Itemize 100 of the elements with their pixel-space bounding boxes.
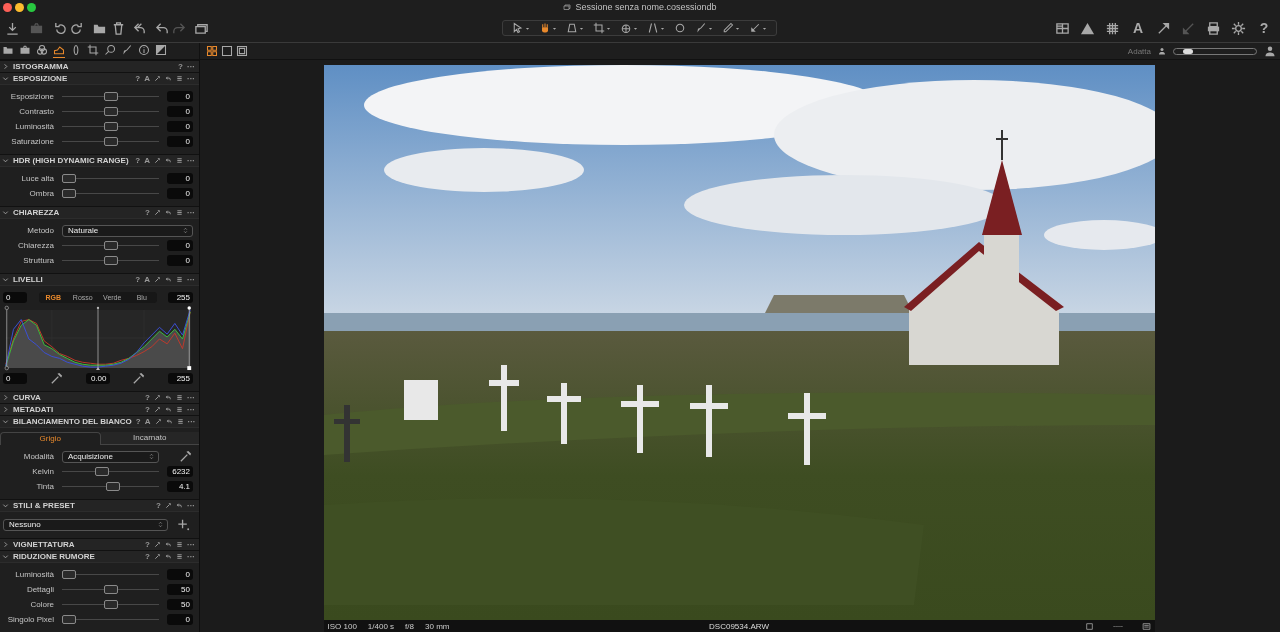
crop-icon[interactable] [87, 44, 99, 58]
menu-icon[interactable] [176, 406, 183, 413]
section-tool[interactable]: ? [145, 393, 150, 402]
menu-icon[interactable] [176, 157, 183, 164]
value-field[interactable]: 0 [167, 255, 193, 266]
framed-view-icon[interactable] [236, 45, 248, 57]
section-tool[interactable]: ? [135, 74, 141, 83]
section-header[interactable]: HDR (HIGH DYNAMIC RANGE) ? A ··· [0, 154, 199, 166]
menu-icon[interactable] [176, 541, 183, 548]
value-field[interactable]: 0 [167, 173, 193, 184]
rotate-left-icon[interactable] [53, 20, 68, 36]
section-header[interactable]: CHIAREZZA ? ··· [0, 206, 199, 218]
reset-icon[interactable] [165, 541, 172, 548]
grid-view-icon[interactable] [206, 45, 218, 57]
preset-dropdown[interactable]: Nessuno [3, 518, 168, 531]
section-tool[interactable]: ··· [187, 540, 195, 549]
single-view-icon[interactable] [221, 45, 233, 57]
caret-icon[interactable] [579, 25, 584, 31]
section-tool[interactable]: ··· [187, 501, 195, 510]
keystone-icon[interactable] [566, 22, 578, 34]
section-header[interactable]: ESPOSIZIONE ? A ··· [0, 72, 199, 84]
dropdown[interactable]: Acquisizione [62, 450, 159, 463]
caret-icon[interactable] [762, 25, 767, 31]
section-tool[interactable]: ? [145, 552, 150, 561]
section-tool[interactable]: ? [135, 275, 141, 284]
value-field[interactable]: 50 [167, 599, 193, 610]
trash-icon[interactable] [111, 20, 126, 36]
section-tool[interactable]: A [144, 74, 150, 83]
section-header[interactable]: BILANCIAMENTO DEL BIANCO ? A ··· [0, 415, 199, 427]
reset-icon[interactable] [165, 209, 172, 216]
section-tool[interactable]: ··· [187, 393, 195, 402]
chevron-icon[interactable] [2, 394, 9, 401]
slider-thumb[interactable] [103, 107, 118, 116]
chevron-icon[interactable] [2, 406, 9, 413]
value-field[interactable]: 255 [168, 373, 193, 384]
chevron-icon[interactable] [2, 502, 9, 509]
slider-thumb[interactable] [103, 241, 118, 250]
tab[interactable]: Grigio [0, 432, 101, 445]
crop-icon[interactable] [593, 22, 605, 34]
rotate-right-icon[interactable] [69, 20, 84, 36]
level-handle[interactable] [4, 366, 9, 371]
eyedropper-icon[interactable] [178, 449, 193, 464]
value-field[interactable]: 0.00 [85, 373, 110, 384]
zoom-window-button[interactable] [27, 2, 36, 12]
reset-icon[interactable] [165, 75, 172, 82]
close-window-button[interactable] [3, 2, 12, 12]
thumbnail-icon[interactable] [1141, 621, 1151, 631]
value-field[interactable]: 0 [167, 106, 193, 117]
section-header[interactable]: METADATI ? ··· [0, 403, 199, 415]
rotate-icon[interactable] [620, 22, 632, 34]
value-field[interactable]: 6232 [167, 466, 193, 477]
slider-thumb[interactable] [1182, 48, 1193, 54]
slider-thumb[interactable] [62, 615, 76, 624]
value-field[interactable]: 0 [167, 614, 193, 625]
toolbar-button[interactable]: A [1130, 20, 1146, 36]
value-field[interactable]: 0 [167, 91, 193, 102]
menu-icon[interactable] [176, 418, 184, 425]
slider-thumb[interactable] [62, 189, 76, 198]
section-tool[interactable]: A [144, 417, 151, 426]
slider-thumb[interactable] [103, 585, 118, 594]
menu-icon[interactable] [176, 553, 183, 560]
value-field[interactable]: 0 [3, 373, 27, 384]
chevron-icon[interactable] [2, 276, 9, 283]
section-tool[interactable]: A [144, 156, 150, 165]
level-line[interactable] [188, 307, 190, 369]
grid-icon[interactable] [1105, 20, 1120, 36]
caret-icon[interactable] [525, 25, 530, 31]
brush-icon[interactable] [695, 22, 707, 34]
eyedropper-icon[interactable] [131, 371, 147, 386]
chevron-icon[interactable] [2, 541, 9, 548]
section-header[interactable]: LIVELLI ? A ··· [0, 273, 199, 285]
info-icon[interactable] [138, 44, 150, 58]
reset-icon[interactable] [165, 276, 172, 283]
chevron-icon[interactable] [2, 553, 9, 560]
value-field[interactable]: 0 [167, 121, 193, 132]
level-handle[interactable] [187, 306, 191, 310]
slider-thumb[interactable] [103, 137, 118, 146]
section-header[interactable]: STILI & PRESET ? ··· [0, 499, 199, 511]
caret-icon[interactable] [606, 25, 611, 31]
download-icon[interactable] [5, 20, 20, 36]
slider-thumb[interactable] [103, 92, 118, 101]
section-header[interactable]: RIDUZIONE RUMORE ? ··· [0, 550, 199, 562]
square-icon[interactable] [1084, 621, 1094, 631]
warning-icon[interactable] [1080, 20, 1095, 36]
chevron-icon[interactable] [2, 75, 9, 82]
arrow-up-right-icon[interactable] [1156, 20, 1171, 36]
settings-icon[interactable] [1231, 20, 1246, 36]
contrast-icon[interactable] [155, 44, 167, 58]
chevron-icon[interactable] [2, 209, 9, 216]
caret-icon[interactable] [708, 25, 713, 31]
menu-icon[interactable] [176, 75, 183, 82]
section-tool[interactable]: ? [145, 540, 150, 549]
section-tool[interactable]: ··· [187, 62, 195, 71]
menu-icon[interactable] [176, 394, 183, 401]
reset-icon[interactable] [176, 502, 183, 509]
color-circles-icon[interactable] [36, 44, 48, 58]
chevron-icon[interactable] [2, 418, 9, 425]
section-tool[interactable]: ? [145, 208, 150, 217]
slider-thumb[interactable] [62, 174, 76, 183]
reset-icon[interactable] [165, 553, 172, 560]
